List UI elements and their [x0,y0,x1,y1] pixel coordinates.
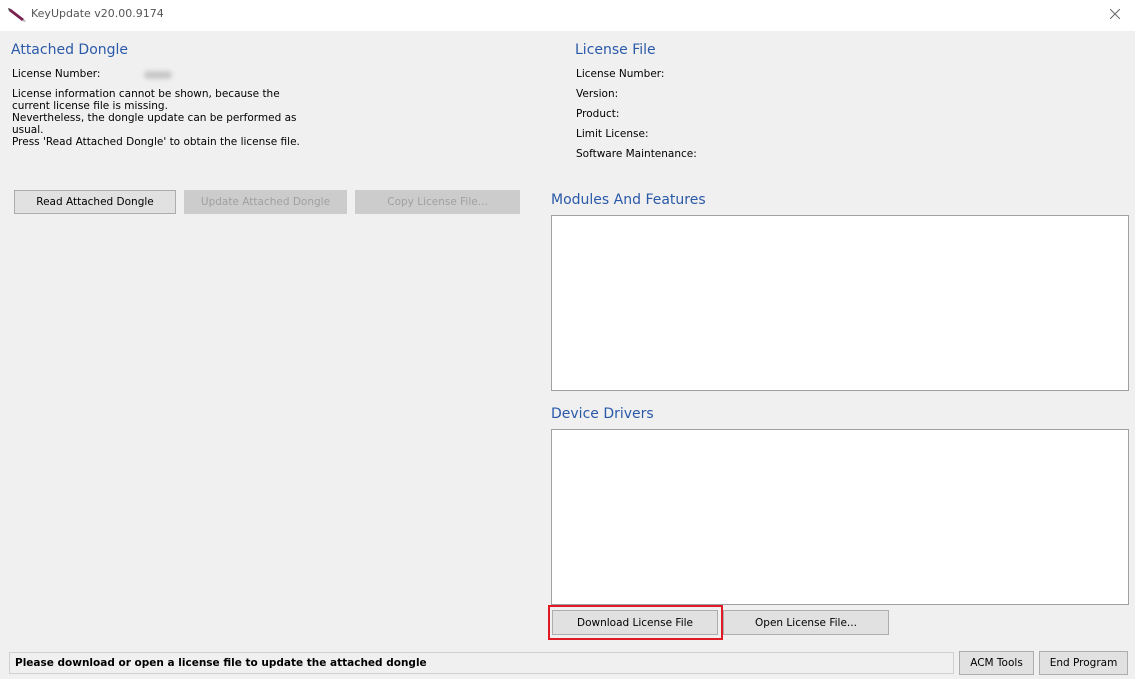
info-line: Press 'Read Attached Dongle' to obtain t… [12,136,300,148]
dongle-license-number-label: License Number: [12,68,101,80]
limit-license-label: Limit License: [576,128,649,140]
device-drivers-list[interactable] [551,429,1129,605]
pen-icon [8,8,26,22]
status-bar: Please download or open a license file t… [9,652,954,674]
update-attached-dongle-button[interactable]: Update Attached Dongle [184,190,347,214]
acm-tools-button[interactable]: ACM Tools [959,651,1034,675]
close-button[interactable] [1095,0,1135,31]
keyupdate-window: KeyUpdate v20.00.9174 Attached Dongle Li… [0,0,1135,679]
info-line: current license file is missing. [12,100,168,112]
modules-features-heading: Modules And Features [551,192,706,208]
software-maintenance-label: Software Maintenance: [576,148,697,160]
end-program-button[interactable]: End Program [1039,651,1128,675]
dongle-info-text: License information cannot be shown, bec… [12,88,332,148]
info-line: License information cannot be shown, bec… [12,88,280,100]
close-icon [1109,8,1121,22]
product-label: Product: [576,108,620,120]
modules-features-list[interactable] [551,215,1129,391]
open-license-file-button[interactable]: Open License File... [723,610,889,635]
dongle-license-number-value [144,71,172,79]
version-label: Version: [576,88,619,100]
read-attached-dongle-button[interactable]: Read Attached Dongle [14,190,176,214]
license-number-label: License Number: [576,68,665,80]
copy-license-file-button[interactable]: Copy License File... [355,190,520,214]
info-line: Nevertheless, the dongle update can be p… [12,112,297,124]
attached-dongle-heading: Attached Dongle [11,42,129,58]
info-line: usual. [12,124,44,136]
download-license-file-button[interactable]: Download License File [552,610,718,635]
device-drivers-heading: Device Drivers [551,406,654,422]
license-file-heading: License File [575,42,656,58]
window-title: KeyUpdate v20.00.9174 [31,7,164,20]
status-message: Please download or open a license file t… [15,657,427,669]
title-bar: KeyUpdate v20.00.9174 [0,0,1135,31]
